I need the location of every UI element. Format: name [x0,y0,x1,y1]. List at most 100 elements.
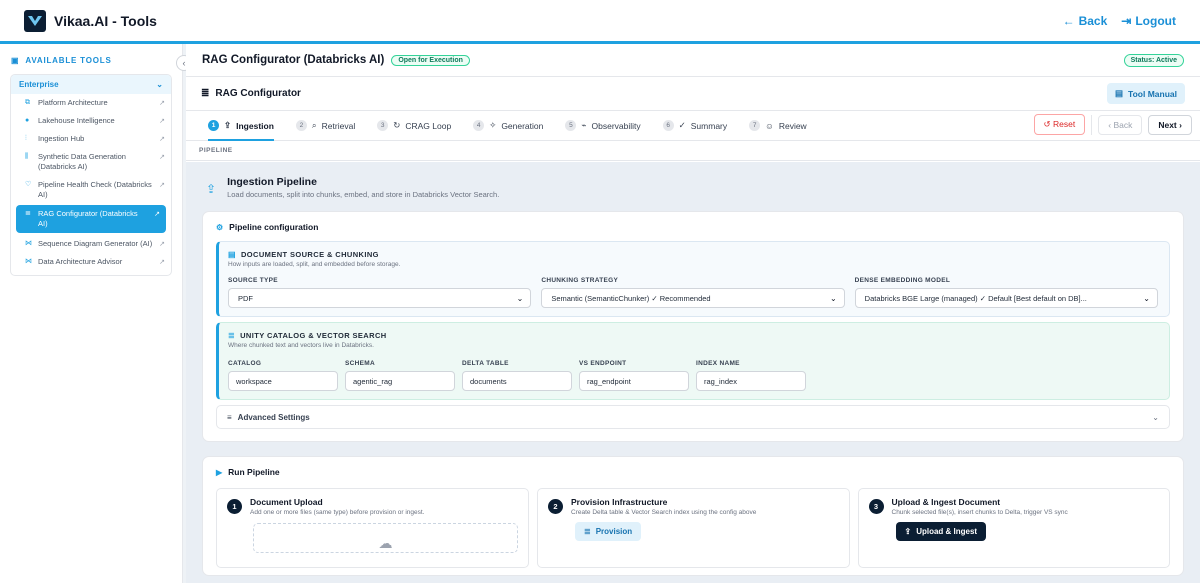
undo-icon: ↺ [1043,119,1051,129]
vs-endpoint-input[interactable]: rag_endpoint [579,371,689,391]
chunking-strategy-label: CHUNKING STRATEGY [541,277,619,284]
document-source-label: DOCUMENT SOURCE & CHUNKING [240,250,379,259]
tool-header: ≣ RAG Configurator ▤ Tool Manual [186,77,1200,111]
step-label: Retrieval [321,120,356,131]
step-label: Generation [501,120,544,131]
schema-input[interactable]: agentic_rag [345,371,455,391]
index-name-input[interactable]: rag_index [696,371,806,391]
document-source-title: ▤ DOCUMENT SOURCE & CHUNKING [228,250,1158,259]
database-icon: ≣ [584,527,591,536]
wand-icon: ✧ [489,120,497,130]
chevron-right-icon: › [1179,119,1182,130]
sidebar-item-lakehouse-intelligence[interactable]: ● Lakehouse Intelligence ↗ [11,112,171,130]
reset-label: Reset [1053,119,1076,129]
tab-crag-loop[interactable]: 3 ↻ CRAG Loop [377,111,451,141]
external-link-icon[interactable]: ↗ [159,99,165,108]
heart-icon: ♡ [25,180,32,188]
external-link-icon[interactable]: ↗ [159,153,165,162]
upload-ingest-button[interactable]: ⇪ Upload & Ingest [895,522,987,541]
logout-link[interactable]: ⇥ Logout [1121,14,1176,28]
embedding-model-label: DENSE EMBEDDING MODEL [854,277,951,284]
source-type-select[interactable]: PDF ⌄ [228,288,532,308]
app-title: Vikaa.AI - Tools [54,12,157,29]
sidebar-item-label: Data Architecture Advisor [38,256,123,266]
document-source-section: ▤ DOCUMENT SOURCE & CHUNKING How inputs … [216,241,1170,317]
delta-table-input[interactable]: documents [462,371,572,391]
document-upload-subtitle: Add one or more files (same type) before… [250,509,425,516]
back-button[interactable]: ‹ Back [1098,114,1143,135]
play-icon: ▶ [216,467,223,477]
provision-button[interactable]: ≣ Provision [575,522,642,541]
external-link-icon[interactable]: ↗ [159,181,165,190]
catalog-label: CATALOG [228,360,262,367]
upload-ingest-label: Upload & Ingest [916,527,978,536]
step-label: Ingestion [236,120,274,131]
sidebar-item-rag-configurator[interactable]: ≣ RAG Configurator (Databricks AI) ↗ [16,205,166,233]
advanced-settings-toggle[interactable]: ≡ Advanced Settings ⌄ [216,405,1170,429]
tab-generation[interactable]: 4 ✧ Generation [473,111,543,141]
chevron-down-icon: ⌄ [1152,412,1159,422]
reset-button[interactable]: ↺ Reset [1033,114,1086,135]
external-link-icon[interactable]: ↗ [159,135,165,144]
step-number: 1 [208,120,219,131]
sidebar-item-platform-architecture[interactable]: ⧉ Platform Architecture ↗ [11,94,171,112]
group-header-enterprise[interactable]: Enterprise ⌄ [11,75,171,94]
step-number: 3 [377,120,389,131]
columns-icon: ⫼ [25,153,29,161]
sidebar-item-data-architecture-advisor[interactable]: ⋈ Data Architecture Advisor ↗ [11,253,171,275]
provision-label: Provision [595,527,633,536]
step-label: CRAG Loop [405,120,452,131]
chevron-down-icon: ⌄ [516,293,524,303]
diagram-icon: ⋈ [25,257,32,265]
checklist-icon: ✓ [678,120,686,130]
main-panel: RAG Configurator (Databricks AI) Open fo… [186,44,1200,583]
sidebar-item-label: Pipeline Health Check (Databricks AI) [38,179,152,199]
external-link-icon[interactable]: ↗ [159,240,165,249]
document-source-subtitle: How inputs are loaded, split, and embedd… [228,261,401,268]
upload-ingest-panel: 3 Upload & Ingest Document Chunk selecte… [857,488,1170,568]
sidebar-item-synthetic-data-generation[interactable]: ⫼ Synthetic Data Generation (Databricks … [11,148,171,176]
next-button[interactable]: Next › [1148,114,1192,135]
tab-ingestion[interactable]: 1 ⇪ Ingestion [208,111,274,141]
external-link-icon[interactable]: ↗ [154,210,160,219]
ingestion-subtitle: Load documents, split into chunks, embed… [227,190,500,199]
embedding-model-select[interactable]: Databricks BGE Large (managed) ✓ Default… [854,288,1158,308]
step-number: 6 [662,120,674,131]
index-name-label: INDEX NAME [696,360,740,367]
external-link-icon[interactable]: ↗ [159,117,165,126]
sidebar-item-sequence-diagram-generator[interactable]: ⋈ Sequence Diagram Generator (AI) ↗ [11,235,171,253]
chevron-down-icon: ⌄ [156,80,163,89]
sidebar-item-pipeline-health-check[interactable]: ♡ Pipeline Health Check (Databricks AI) … [11,176,171,204]
chevron-left-icon: ‹ [1108,119,1112,130]
pipeline-config-title: ⚙ Pipeline configuration [216,222,1170,232]
tool-title-label: RAG Configurator [215,88,301,99]
tab-summary[interactable]: 6 ✓ Summary [662,111,728,141]
file-drop-zone[interactable]: ☁ [253,523,518,553]
upload-ingest-title: Upload & Ingest Document [891,497,1001,507]
top-bar: Vikaa.AI - Tools ← Back ⇥ Logout [0,0,1200,44]
chart-icon: ⌁ [581,120,587,130]
sidebar-title-label: AVAILABLE TOOLS [25,56,112,65]
database-icon: ≣ [201,88,210,99]
step-label: Summary [690,120,728,131]
back-link[interactable]: ← Back [1063,14,1108,28]
external-link-icon[interactable]: ↗ [159,258,165,267]
chunking-strategy-select[interactable]: Semantic (SemanticChunker) ✓ Recommended… [541,288,845,308]
advanced-settings-label: Advanced Settings [237,412,310,422]
content-area: ⇪ Ingestion Pipeline Load documents, spl… [186,162,1200,583]
sidebar-item-ingestion-hub[interactable]: ⫶ Ingestion Hub ↗ [11,130,171,148]
ingestion-title: Ingestion Pipeline [227,176,317,188]
chevron-down-icon: ⌄ [1143,293,1150,303]
catalog-input[interactable]: workspace [228,371,338,391]
tab-review[interactable]: 7 ☺ Review [749,111,807,141]
sidebar-item-label: RAG Configurator (Databricks AI) [38,209,138,229]
upload-icon: ⇪ [224,120,232,130]
tab-retrieval[interactable]: 2 ⌕ Retrieval [295,111,356,141]
tool-manual-button[interactable]: ▤ Tool Manual [1107,83,1185,104]
tab-observability[interactable]: 5 ⌁ Observability [565,111,641,141]
toolbox-icon: ▣ [11,56,20,65]
unity-catalog-subtitle: Where chunked text and vectors live in D… [228,342,374,349]
sidebar-item-label: Platform Architecture [38,98,108,107]
run-pipeline-label: Run Pipeline [228,467,280,477]
sidebar-title: ▣ AVAILABLE TOOLS [10,56,172,65]
